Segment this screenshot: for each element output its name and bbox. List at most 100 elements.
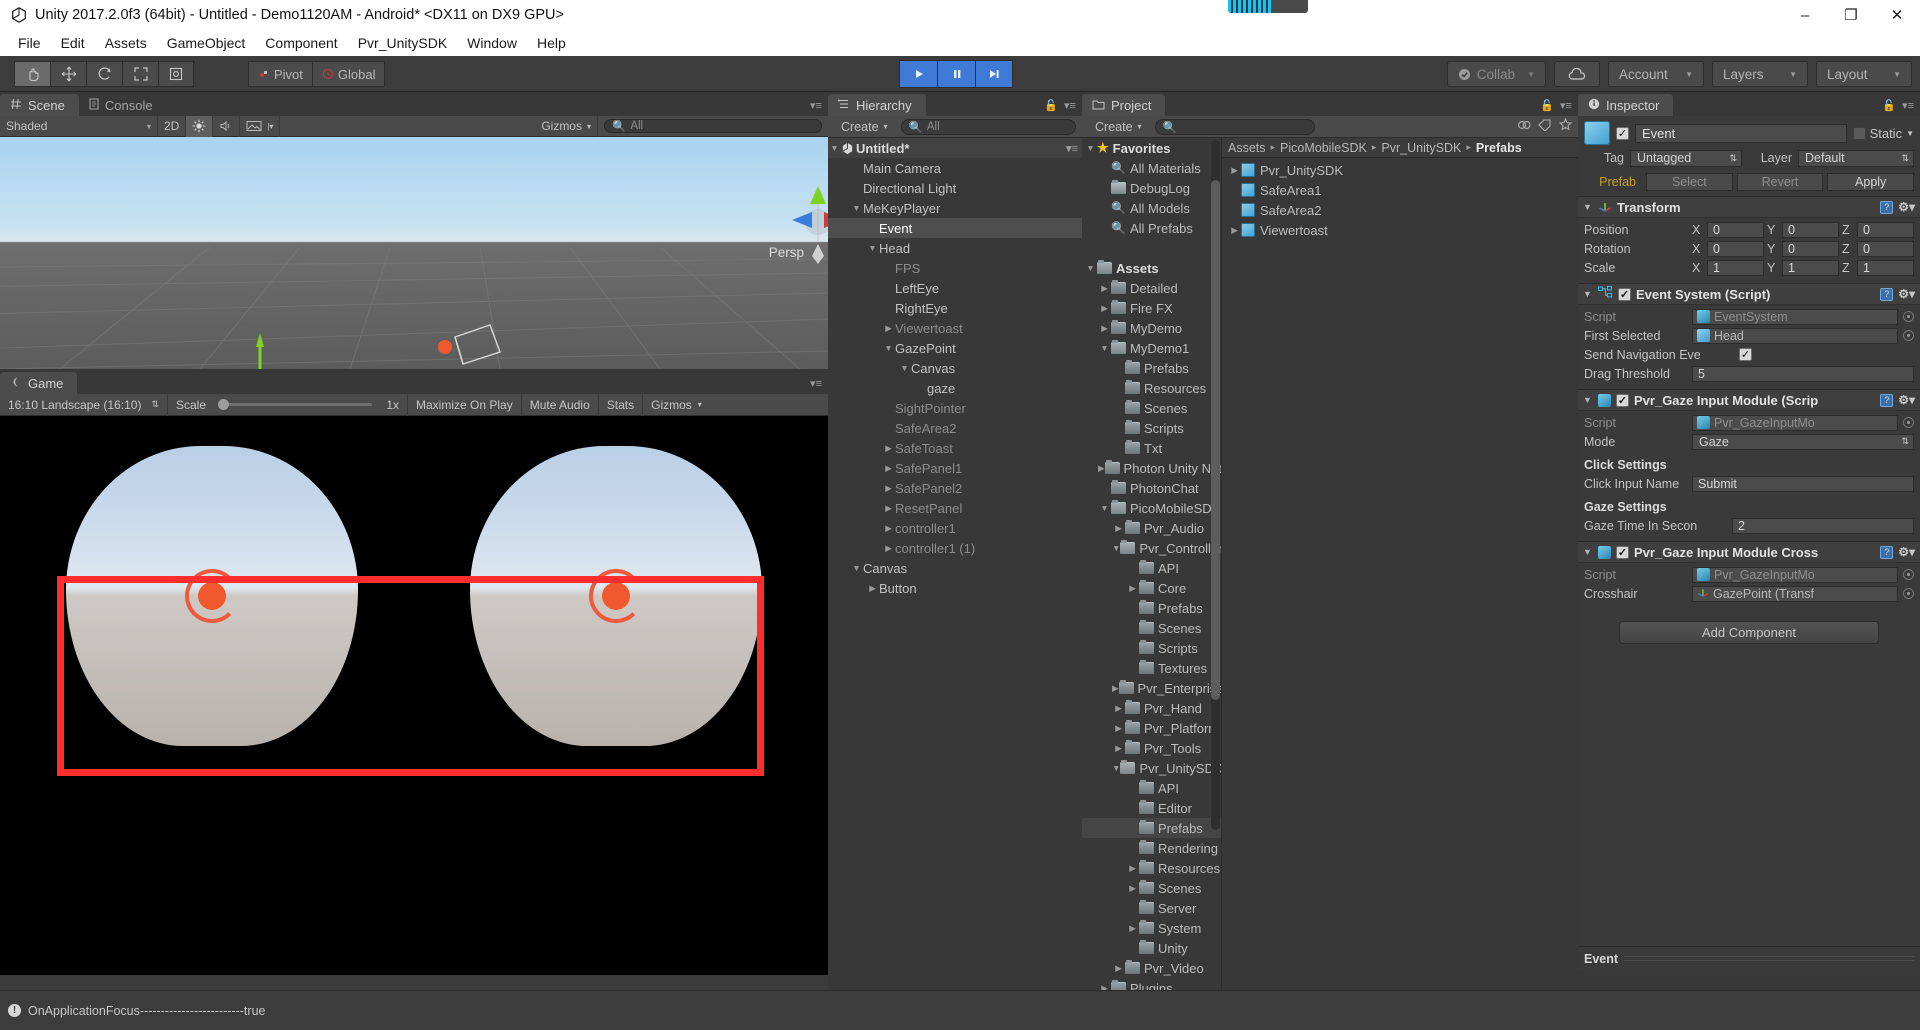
hierarchy-item-gaze[interactable]: ▸gaze (828, 378, 1082, 398)
chevron-down-icon[interactable]: ▼ (1084, 143, 1097, 153)
filter-by-type-icon[interactable] (1517, 118, 1531, 136)
project-tree-item-editor[interactable]: ▶ Editor (1082, 798, 1221, 818)
chevron-down-icon[interactable]: ▼ (1098, 503, 1111, 513)
help-icon[interactable]: ? (1880, 393, 1894, 407)
chevron-right-icon[interactable]: ▶ (882, 543, 895, 554)
project-tree-item-api[interactable]: ▶ API (1082, 778, 1221, 798)
breadcrumb-segment[interactable]: PicoMobileSDK (1280, 141, 1367, 155)
hierarchy-item-main-camera[interactable]: ▸Main Camera (828, 158, 1082, 178)
chevron-right-icon[interactable]: ▶ (1098, 303, 1111, 314)
fx-dropdown[interactable]: |▾ (240, 115, 281, 137)
crosshair-picker-icon[interactable] (1903, 588, 1914, 599)
step-button[interactable] (975, 60, 1013, 88)
mode-dropdown[interactable]: Gaze ⇅ (1692, 433, 1914, 450)
chevron-down-icon[interactable]: ▼ (1112, 543, 1120, 553)
add-component-button[interactable]: Add Component (1619, 621, 1879, 644)
scene-viewport[interactable]: Persp (0, 137, 828, 369)
chevron-right-icon[interactable]: ▶ (882, 483, 895, 494)
menu-item-edit[interactable]: Edit (51, 33, 95, 53)
hierarchy-item-directional-light[interactable]: ▸Directional Light (828, 178, 1082, 198)
aspect-ratio-dropdown[interactable]: 16:10 Landscape (16:10) ⇅ (0, 393, 168, 416)
chevron-right-icon[interactable]: ▶ (1126, 583, 1139, 594)
account-button[interactable]: Account ▼ (1608, 61, 1704, 87)
chevron-down-icon[interactable]: ▼ (828, 143, 841, 153)
project-contents[interactable]: Assets ▸ PicoMobileSDK ▸ Pvr_UnitySDK ▸ Prefab… (1222, 138, 1578, 992)
project-create-button[interactable]: Create ▾ (1088, 118, 1149, 135)
status-bar[interactable]: ! OnApplicationFocus--------------------… (0, 990, 1920, 1030)
menu-item-help[interactable]: Help (527, 33, 576, 53)
gear-icon[interactable]: ⚙▾ (1898, 287, 1915, 301)
hierarchy-item-safepanel2[interactable]: ▶ SafePanel2 (828, 478, 1082, 498)
script-value-field[interactable]: EventSystem (1692, 308, 1898, 325)
rotate-tool-icon[interactable] (86, 61, 122, 87)
layers-button[interactable]: Layers ▼ (1712, 61, 1808, 87)
object-name-field[interactable]: Event (1635, 123, 1847, 143)
component-header-event-system[interactable]: ▼ ✓ Event System (Script) ? ⚙▾ (1578, 283, 1920, 305)
gaze-module-enabled-checkbox[interactable]: ✓ (1616, 393, 1629, 407)
project-tree-item-pvr-platform[interactable]: ▶ Pvr_Platform (1082, 718, 1221, 738)
layout-button[interactable]: Layout ▼ (1816, 61, 1912, 87)
hierarchy-item-controller1[interactable]: ▶ controller1 (828, 518, 1082, 538)
project-tree-item-scripts[interactable]: ▶ Scripts (1082, 638, 1221, 658)
scene-context-menu-icon[interactable]: ▾≡ (1066, 142, 1078, 155)
collab-button[interactable]: Collab ▼ (1446, 61, 1546, 87)
gear-icon[interactable]: ⚙▾ (1898, 200, 1915, 214)
hierarchy-item-lefteye[interactable]: ▸LeftEye (828, 278, 1082, 298)
gear-icon[interactable]: ⚙▾ (1898, 393, 1915, 407)
rotation-y-input[interactable]: 0 (1782, 240, 1839, 257)
minimize-button[interactable]: – (1782, 0, 1828, 30)
rotation-x-input[interactable]: 0 (1707, 240, 1764, 257)
move-tool-icon[interactable] (50, 61, 86, 87)
panel-menu-icon[interactable]: ▾≡ (810, 377, 822, 390)
tab-hierarchy[interactable]: Hierarchy (828, 94, 926, 116)
project-tree-item-prefabs[interactable]: ▶ Prefabs (1082, 818, 1221, 838)
chevron-down-icon[interactable]: ▼ (1112, 763, 1120, 773)
hierarchy-item-sightpointer[interactable]: ▸SightPointer (828, 398, 1082, 418)
project-tree-item-pvr-enterprise[interactable]: ▶ Pvr_Enterprise (1082, 678, 1221, 698)
chevron-right-icon[interactable]: ▶ (882, 503, 895, 514)
project-tree-scrollbar[interactable] (1211, 140, 1220, 830)
hierarchy-create-button[interactable]: Create ▾ (834, 118, 895, 135)
project-tree-item-resources[interactable]: ▶ Resources (1082, 858, 1221, 878)
drag-threshold-input[interactable]: 5 (1692, 365, 1914, 382)
chevron-down-icon[interactable]: ▼ (882, 343, 895, 353)
lock-icon[interactable]: 🔓 (1044, 99, 1058, 112)
shading-mode-dropdown[interactable]: Shaded ▾ (0, 115, 158, 137)
maximize-on-play-toggle[interactable]: Maximize On Play (408, 393, 522, 416)
chevron-right-icon[interactable]: ▶ (882, 523, 895, 534)
scale-y-input[interactable]: 1 (1782, 259, 1839, 276)
chevron-right-icon[interactable]: ▶ (866, 583, 879, 594)
project-tree-item-prefabs[interactable]: ▶ Prefabs (1082, 358, 1221, 378)
window-controls[interactable]: – ❐ ✕ (1782, 0, 1920, 30)
chevron-down-icon[interactable]: ▼ (898, 363, 911, 373)
play-button[interactable] (899, 60, 937, 88)
chevron-down-icon[interactable]: ▼ (1583, 547, 1593, 557)
close-button[interactable]: ✕ (1874, 0, 1920, 30)
project-tree-item-all-prefabs[interactable]: ▶🔍All Prefabs (1082, 218, 1221, 238)
project-panel-menu[interactable]: 🔓 ▾≡ (1540, 99, 1572, 112)
project-search-input[interactable]: 🔍 (1154, 118, 1315, 135)
help-icon[interactable]: ? (1880, 200, 1894, 214)
hierarchy-item-resetpanel[interactable]: ▶ ResetPanel (828, 498, 1082, 518)
chevron-down-icon[interactable]: ▼ (1084, 263, 1097, 273)
inspector-panel-menu[interactable]: 🔓 ▾≡ (1882, 99, 1914, 112)
game-gizmos-dropdown[interactable]: Gizmos ▾ (643, 394, 710, 416)
chevron-right-icon[interactable]: ▶ (882, 463, 895, 474)
script-picker-icon[interactable] (1903, 569, 1914, 580)
gear-icon[interactable]: ⚙▾ (1898, 545, 1915, 559)
hierarchy-item-fps[interactable]: ▸FPS (828, 258, 1082, 278)
menu-item-file[interactable]: File (8, 33, 51, 53)
static-checkbox[interactable]: ✓ (1852, 126, 1866, 140)
gaze-crosshair-enabled-checkbox[interactable]: ✓ (1616, 545, 1629, 559)
gizmos-dropdown[interactable]: Gizmos ▾ (535, 115, 598, 137)
hand-tool-icon[interactable] (14, 61, 50, 87)
project-tree-item-pvr-audio[interactable]: ▶ Pvr_Audio (1082, 518, 1221, 538)
tab-project[interactable]: Project (1082, 94, 1166, 116)
project-asset-safearea1[interactable]: ▶ SafeArea1 (1222, 180, 1578, 200)
menu-item-component[interactable]: Component (255, 33, 347, 53)
project-asset-viewertoast[interactable]: ▶ Viewertoast (1222, 220, 1578, 240)
chevron-right-icon[interactable]: ▶ (1098, 283, 1111, 294)
lock-icon[interactable]: 🔓 (1882, 99, 1896, 112)
hierarchy-panel-menu[interactable]: 🔓 ▾≡ (1044, 99, 1076, 112)
project-tree-item-mydemo[interactable]: ▶ MyDemo (1082, 318, 1221, 338)
